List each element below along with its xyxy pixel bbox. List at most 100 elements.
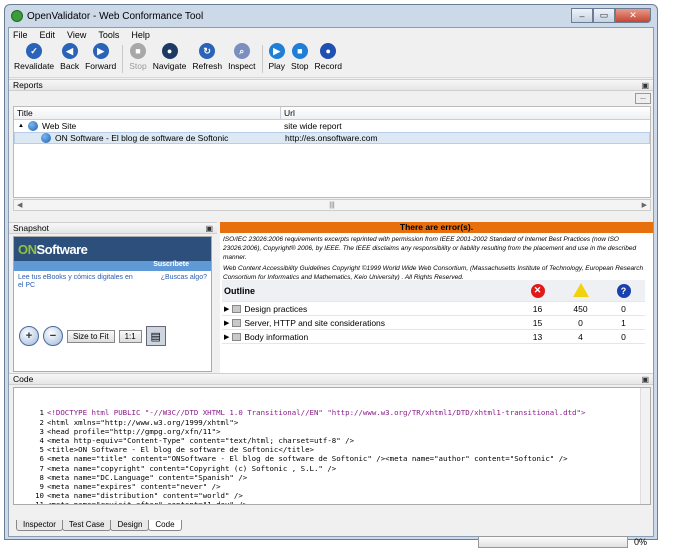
forward-button[interactable]: ▶ Forward	[82, 42, 119, 71]
expand-icon[interactable]: ▶	[224, 319, 229, 327]
menu-edit[interactable]: Edit	[40, 30, 56, 40]
outline-row[interactable]: ▶ Design practices 16 450 0	[222, 302, 645, 316]
row-url: site wide report	[284, 121, 342, 131]
row-title: Web Site	[41, 121, 77, 131]
maximize-button[interactable]: ▭	[593, 8, 615, 23]
folder-icon	[232, 304, 242, 313]
site-logo: ONSoftware	[18, 241, 88, 257]
tab-test-case[interactable]: Test Case	[61, 520, 112, 531]
code-text: <meta name="distribution" content="world…	[47, 491, 243, 501]
code-line: 7 <meta name="copyright" content="Copyrig…	[16, 464, 650, 473]
zoom-in-button[interactable]: +	[19, 326, 39, 346]
toolbar-separator	[122, 45, 124, 73]
close-button[interactable]: ✕	[615, 8, 651, 23]
record-button[interactable]: ● Record	[312, 42, 345, 71]
column-title[interactable]: Title	[14, 107, 281, 119]
app-window: OpenValidator - Web Conformance Tool – ▭…	[4, 4, 658, 548]
menu-help[interactable]: Help	[131, 30, 150, 40]
code-text: <!DOCTYPE html PUBLIC "-//W3C//DTD XHTML…	[47, 408, 586, 418]
menu-tools[interactable]: Tools	[98, 30, 119, 40]
tab-design[interactable]: Design	[110, 520, 150, 531]
info-icon: ?	[616, 283, 631, 298]
expand-icon[interactable]: ▶	[224, 333, 229, 341]
vertical-scrollbar[interactable]	[640, 388, 650, 504]
inspect-button[interactable]: ⌕ Inspect	[225, 42, 258, 71]
code-line: 10 <meta name="distribution" content="wor…	[16, 491, 650, 500]
one-to-one-button[interactable]: 1:1	[118, 329, 142, 343]
menu-file[interactable]: File	[13, 30, 28, 40]
menu-view[interactable]: View	[67, 30, 86, 40]
line-number: 10	[35, 491, 44, 501]
site-side: ¿Buscas algo?	[160, 274, 207, 281]
menu-bar: File Edit View Tools Help	[9, 28, 653, 42]
minimize-button[interactable]: –	[571, 8, 593, 23]
code-text: <meta name="DC.Language" content="Spanis…	[47, 472, 248, 482]
stop-button[interactable]: ■ Stop	[126, 42, 150, 71]
refresh-icon: ↻	[199, 43, 216, 59]
reports-panel: Reports ▣ ... Title Url ▲ Web Site site	[9, 79, 653, 227]
pin-icon[interactable]: ▣	[641, 81, 649, 90]
line-number: 8	[39, 472, 44, 482]
toolbar-label: Inspect	[228, 61, 256, 71]
back-icon: ◀	[61, 43, 78, 59]
toolbar-label: Navigate	[152, 61, 187, 71]
scroll-thumb[interactable]: |||	[329, 202, 334, 209]
license-text-iso: ISO/IEC 23026:2006 requirements excerpts…	[223, 236, 637, 261]
error-banner: There are error(s).	[220, 222, 653, 233]
scroll-left-icon[interactable]: ◀	[17, 201, 22, 209]
line-number: 3	[39, 426, 44, 436]
code-view[interactable]: 1 <!DOCTYPE html PUBLIC "-//W3C//DTD XHTM…	[13, 387, 651, 505]
error-icon: ✕	[530, 283, 545, 298]
tab-inspector[interactable]: Inspector	[16, 520, 63, 531]
page-snapshot[interactable]: ONSoftware Suscríbete Lee tus eBooks y c…	[13, 236, 212, 372]
expand-icon[interactable]: ▲	[18, 123, 24, 129]
title-bar[interactable]: OpenValidator - Web Conformance Tool – ▭…	[5, 5, 657, 27]
code-line: 9 <meta name="expires" content="never" />	[16, 482, 650, 491]
save-icon[interactable]: ▤	[145, 326, 166, 346]
site-subscribe: Suscríbete	[14, 261, 211, 271]
navigate-button[interactable]: ● Navigate	[150, 42, 190, 71]
grid-header: Title Url	[14, 107, 650, 120]
code-header: Code ▣	[9, 373, 653, 385]
code-line: 2 <html xmlns="http://www.w3.org/1999/xht…	[16, 418, 650, 427]
pin-icon[interactable]: ▣	[205, 224, 213, 233]
bottom-tabs: Inspector Test Case Design Code	[16, 520, 182, 531]
scroll-right-icon[interactable]: ▶	[642, 201, 647, 209]
navigate-icon: ●	[161, 43, 178, 59]
progress-text: 0%	[633, 537, 647, 547]
globe-icon	[27, 121, 38, 131]
report-row[interactable]: ▲ Web Site site wide report	[14, 120, 650, 132]
zoom-out-button[interactable]: −	[43, 326, 63, 346]
refresh-button[interactable]: ↻ Refresh	[189, 42, 225, 71]
filter-button[interactable]: ...	[635, 92, 651, 104]
code-panel: Code ▣ 1 <!DOCTYPE html PUBLIC "-//W3C//D…	[9, 373, 653, 519]
code-text: <meta name="expires" content="never" />	[47, 482, 221, 492]
play-button[interactable]: ▶ Play	[266, 42, 289, 71]
revalidate-icon: ✓	[26, 43, 43, 59]
code-text: <meta name="copyright" content="Copyrigh…	[47, 463, 337, 473]
column-url[interactable]: Url	[281, 107, 650, 119]
revalidate-button[interactable]: ✓ Revalidate	[11, 42, 57, 71]
expand-icon[interactable]: ▶	[224, 305, 229, 313]
folder-icon	[232, 318, 242, 327]
outline-row[interactable]: ▶ Body information 13 4 0	[222, 330, 645, 344]
toolbar-label: Refresh	[192, 61, 223, 71]
line-number: 9	[39, 482, 44, 492]
code-text: <title>ON Software - El blog de software…	[47, 445, 314, 455]
outline-header-row: Outline ✕ ?	[222, 280, 645, 302]
size-to-fit-button[interactable]: Size to Fit	[67, 329, 115, 343]
report-row-selected[interactable]: ON Software - El blog de software de Sof…	[14, 132, 650, 144]
toolbar-label: Play	[268, 61, 286, 71]
code-text: <meta name="title" content="ONSoftware -…	[47, 454, 568, 464]
back-button[interactable]: ◀ Back	[57, 42, 82, 71]
code-text: <meta http-equiv="Content-Type" content=…	[47, 436, 355, 446]
forward-icon: ▶	[92, 43, 109, 59]
code-text: <html xmlns="http://www.w3.org/1999/xhtm…	[47, 417, 239, 427]
pin-icon[interactable]: ▣	[641, 375, 649, 384]
window-title: OpenValidator - Web Conformance Tool	[27, 10, 204, 22]
outline-row[interactable]: ▶ Server, HTTP and site considerations 15…	[222, 316, 645, 330]
code-text: <head profile="http://gmpg.org/xfn/11">	[47, 426, 221, 436]
tab-code[interactable]: Code	[148, 520, 182, 531]
stop-button[interactable]: ■ Stop	[288, 42, 312, 71]
horizontal-scrollbar[interactable]: ◀ ||| ▶	[13, 199, 651, 211]
